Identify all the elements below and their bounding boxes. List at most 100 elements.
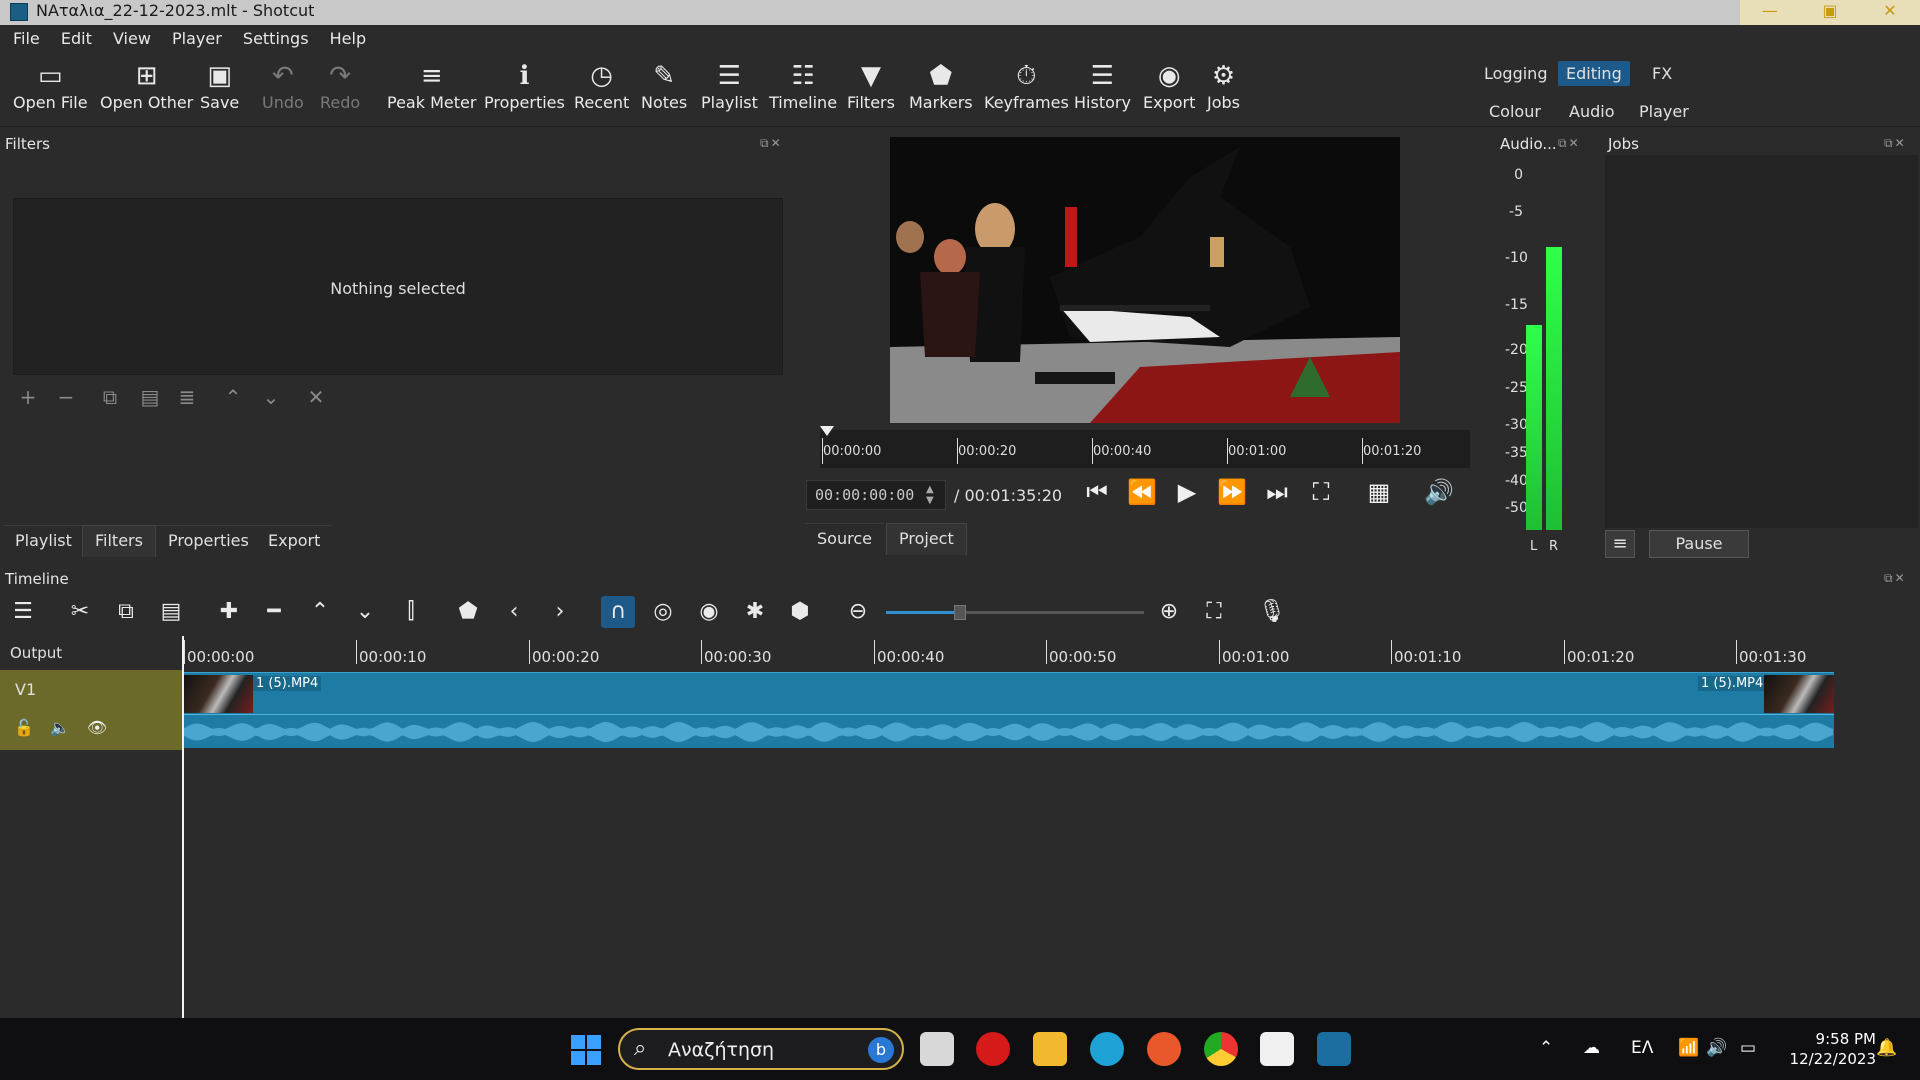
edge-icon[interactable] bbox=[1090, 1032, 1124, 1066]
notepad-icon[interactable] bbox=[1260, 1032, 1294, 1066]
layout-fx[interactable]: FX bbox=[1644, 61, 1680, 86]
zoom-in-icon[interactable]: ⊕ bbox=[1152, 596, 1186, 628]
timeline-empty-area[interactable] bbox=[0, 750, 1920, 1018]
zoom-fit-icon[interactable]: ⛶ bbox=[1306, 478, 1336, 506]
wifi-icon[interactable]: 📶 bbox=[1678, 1038, 1699, 1058]
recent-button[interactable]: ◷ Recent bbox=[574, 59, 629, 112]
menu-file[interactable]: File bbox=[13, 25, 40, 53]
shotcut-taskbar-icon[interactable] bbox=[1317, 1032, 1351, 1066]
speaker-icon[interactable]: 🔊 bbox=[1706, 1038, 1727, 1058]
paste-icon[interactable]: ▤ bbox=[154, 596, 188, 628]
bing-icon[interactable]: b bbox=[868, 1037, 894, 1063]
deselect-icon[interactable]: ✕ bbox=[302, 383, 330, 411]
timeline-button[interactable]: ☷ Timeline bbox=[769, 59, 837, 112]
layout-player[interactable]: Player bbox=[1631, 99, 1697, 124]
zoom-slider-track[interactable] bbox=[886, 605, 1144, 620]
language-indicator[interactable]: ΕΛ bbox=[1631, 1038, 1653, 1058]
split-icon[interactable]: ⫿ bbox=[394, 596, 428, 628]
add-filter-icon[interactable]: + bbox=[14, 383, 42, 411]
notes-button[interactable]: ✎ Notes bbox=[641, 59, 687, 112]
menu-player[interactable]: Player bbox=[172, 25, 222, 53]
tab-filters[interactable]: Filters bbox=[82, 525, 156, 557]
start-icon[interactable] bbox=[571, 1035, 601, 1065]
ripple-all-icon[interactable]: ✱ bbox=[738, 596, 772, 628]
jobs-dock-controls[interactable]: ⧉✕ bbox=[1884, 136, 1907, 151]
timeline-dock-controls[interactable]: ⧉✕ bbox=[1884, 571, 1907, 586]
maximize-button[interactable]: ▣ bbox=[1800, 0, 1860, 25]
opera-icon[interactable] bbox=[976, 1032, 1010, 1066]
filters-dock-controls[interactable]: ⧉✕ bbox=[760, 136, 783, 151]
file-explorer-icon[interactable] bbox=[1033, 1032, 1067, 1066]
battery-icon[interactable]: ▭ bbox=[1740, 1038, 1756, 1058]
chrome-icon[interactable] bbox=[1204, 1032, 1238, 1066]
pause-button[interactable]: Pause bbox=[1649, 530, 1749, 558]
tab-project[interactable]: Project bbox=[886, 523, 967, 555]
minimize-button[interactable]: — bbox=[1740, 0, 1800, 25]
menu-help[interactable]: Help bbox=[330, 25, 366, 53]
onedrive-icon[interactable]: ☁ bbox=[1583, 1038, 1600, 1058]
hide-track-icon[interactable]: 👁 bbox=[87, 718, 107, 737]
cut-icon[interactable]: ✂ bbox=[63, 596, 97, 628]
ripple-markers-icon[interactable]: ⬢ bbox=[783, 596, 817, 628]
peak-meter-button[interactable]: ≡ Peak Meter bbox=[387, 59, 476, 112]
previous-marker-icon[interactable]: ‹ bbox=[497, 596, 531, 628]
keyframes-button[interactable]: ⏱ Keyframes bbox=[984, 59, 1069, 112]
move-down-icon[interactable]: ⌄ bbox=[257, 383, 285, 411]
notifications-icon[interactable]: 🔔 bbox=[1876, 1038, 1897, 1058]
save-preset-icon[interactable]: ≣ bbox=[173, 383, 201, 411]
undo-button[interactable]: ↶ Undo bbox=[262, 59, 304, 112]
open-file-button[interactable]: ▭ Open File bbox=[13, 59, 88, 112]
tab-export[interactable]: Export bbox=[256, 525, 333, 557]
mute-icon[interactable]: 🔈 bbox=[50, 718, 70, 737]
audio-dock-controls[interactable]: ⧉✕ bbox=[1558, 136, 1581, 151]
timeline-clip[interactable]: 1 (5).MP4 1 (5).MP4 bbox=[183, 672, 1834, 748]
remove-filter-icon[interactable]: − bbox=[52, 383, 80, 411]
properties-button[interactable]: ℹ Properties bbox=[484, 59, 565, 112]
tab-source[interactable]: Source bbox=[805, 523, 884, 555]
append-icon[interactable]: ✚ bbox=[212, 596, 246, 628]
playlist-button[interactable]: ☰ Playlist bbox=[701, 59, 758, 112]
layout-audio[interactable]: Audio bbox=[1561, 99, 1622, 124]
timeline-ruler[interactable]: 00:00:00 00:00:10 00:00:20 00:00:30 00:0… bbox=[182, 636, 1834, 670]
task-view-icon[interactable] bbox=[920, 1032, 954, 1066]
preview-ruler[interactable]: 00:00:00 00:00:20 00:00:40 00:01:00 00:0… bbox=[820, 426, 1470, 468]
copy-icon[interactable]: ⧉ bbox=[109, 596, 143, 628]
menu-settings[interactable]: Settings bbox=[243, 25, 309, 53]
close-button[interactable]: ✕ bbox=[1860, 0, 1920, 25]
taskbar-search[interactable]: ⌕ Αναζήτηση b bbox=[618, 1028, 904, 1070]
skip-to-start-icon[interactable]: ⏮ bbox=[1082, 478, 1112, 506]
next-marker-icon[interactable]: › bbox=[543, 596, 577, 628]
export-button[interactable]: ◉ Export bbox=[1143, 59, 1195, 112]
lock-icon[interactable]: 🔓 bbox=[14, 718, 34, 737]
copy-filter-icon[interactable]: ⧉ bbox=[96, 383, 124, 411]
layout-logging[interactable]: Logging bbox=[1476, 61, 1555, 86]
layout-editing[interactable]: Editing bbox=[1558, 61, 1630, 86]
ripple-delete-icon[interactable]: ━ bbox=[257, 596, 291, 628]
fast-forward-icon[interactable]: ⏩ bbox=[1217, 478, 1247, 506]
menu-view[interactable]: View bbox=[113, 25, 151, 53]
marker-icon[interactable]: ⬟ bbox=[451, 596, 485, 628]
play-icon[interactable]: ▶ bbox=[1172, 478, 1202, 506]
rewind-icon[interactable]: ⏪ bbox=[1127, 478, 1157, 506]
preview-playhead-icon[interactable] bbox=[820, 426, 834, 436]
history-button[interactable]: ☰ History bbox=[1074, 59, 1131, 112]
scrub-icon[interactable]: ◎ bbox=[646, 596, 680, 628]
jobs-menu-button[interactable]: ≡ bbox=[1605, 530, 1635, 558]
firefox-icon[interactable] bbox=[1147, 1032, 1181, 1066]
timecode-input[interactable]: 00:00:00:00 bbox=[806, 480, 946, 510]
show-hidden-icons-icon[interactable]: ⌃ bbox=[1539, 1038, 1553, 1058]
video-preview[interactable] bbox=[890, 137, 1400, 423]
lift-icon[interactable]: ⌃ bbox=[303, 596, 337, 628]
tab-properties[interactable]: Properties bbox=[156, 525, 261, 557]
zoom-slider-handle[interactable] bbox=[954, 605, 966, 620]
grid-icon[interactable]: ▦ bbox=[1364, 478, 1394, 506]
skip-to-end-icon[interactable]: ⏭ bbox=[1262, 478, 1292, 506]
markers-button[interactable]: ⬟ Markers bbox=[909, 59, 973, 112]
filters-list[interactable]: Nothing selected bbox=[13, 198, 783, 375]
track-header-v1[interactable]: V1 🔓 🔈 👁 bbox=[0, 670, 182, 750]
layout-colour[interactable]: Colour bbox=[1481, 99, 1549, 124]
overwrite-icon[interactable]: ⌄ bbox=[348, 596, 382, 628]
timeline-menu-icon[interactable]: ☰ bbox=[6, 596, 40, 628]
volume-icon[interactable]: 🔊 bbox=[1424, 478, 1454, 506]
timeline-playhead[interactable] bbox=[182, 636, 184, 1018]
